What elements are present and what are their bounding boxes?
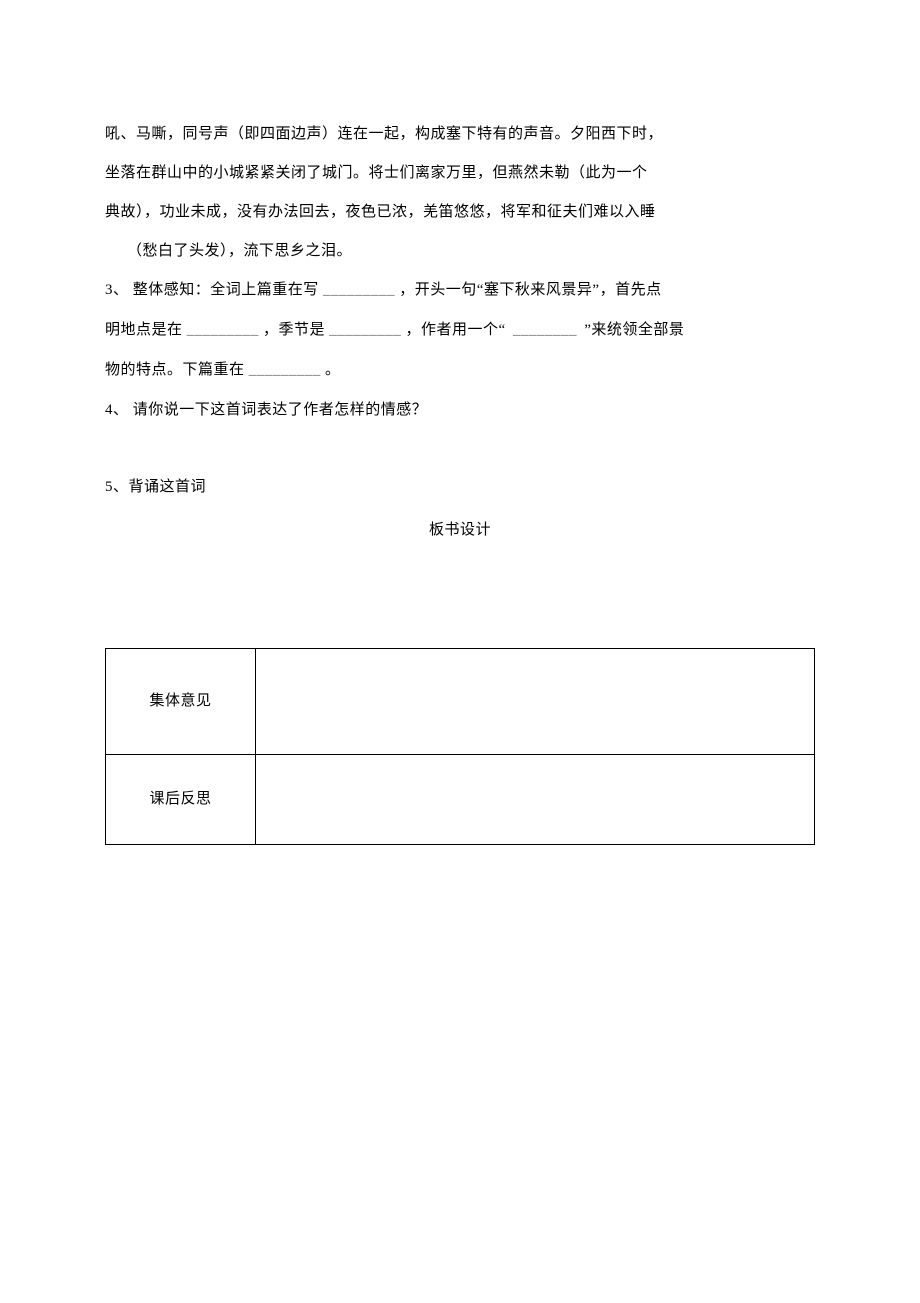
q3-blank-5[interactable]: _________: [249, 351, 321, 391]
post-class-reflection-value[interactable]: [256, 755, 815, 845]
table-row: 集体意见: [106, 649, 815, 755]
collective-opinion-value[interactable]: [256, 649, 815, 755]
paragraph-line-2: 坐落在群山中的小城紧紧关闭了城门。将士们离家万里，但燕然未勒（此为一个: [105, 154, 815, 193]
q3-text-e: ，作者用一个“: [406, 322, 506, 338]
paragraph-line-4: （愁白了头发），流下思乡之泪。: [105, 232, 815, 271]
spacer: [105, 430, 815, 468]
q3-text-b: ，开头一句“塞下秋来风景异”，首先点: [399, 282, 661, 298]
q3-text-f: ”来统领全部景: [584, 322, 684, 338]
question-3-line-2: 明地点是在 _________ ，季节是 _________ ，作者用一个“ _…: [105, 311, 815, 351]
q3-blank-3[interactable]: _________: [329, 311, 401, 351]
question-3-line-3: 物的特点。下篇重在 _________ 。: [105, 351, 815, 391]
q3-text-g: 物的特点。下篇重在: [105, 362, 245, 378]
section-title: 板书设计: [105, 511, 815, 550]
document-body: 吼、马嘶，同号声（即四面边声）连在一起，构成塞下特有的声音。夕阳西下时， 坐落在…: [105, 115, 815, 845]
q3-blank-4[interactable]: ________: [510, 311, 580, 351]
paragraph-line-1: 吼、马嘶，同号声（即四面边声）连在一起，构成塞下特有的声音。夕阳西下时，: [105, 115, 815, 154]
feedback-table: 集体意见 课后反思: [105, 648, 815, 845]
question-4: 4、 请你说一下这首词表达了作者怎样的情感？: [105, 391, 815, 430]
table-section: 集体意见 课后反思: [105, 648, 815, 845]
paragraph-line-3: 典故），功业未成，没有办法回去，夜色已浓，羌笛悠悠，将军和征夫们难以入睡: [105, 193, 815, 232]
question-3-line-1: 3、 整体感知：全词上篇重在写 _________ ，开头一句“塞下秋来风景异”…: [105, 271, 815, 311]
q3-text-d: ，季节是: [263, 322, 325, 338]
q3-blank-2[interactable]: _________: [187, 311, 259, 351]
collective-opinion-label: 集体意见: [106, 649, 256, 755]
q3-text-a: 3、 整体感知：全词上篇重在写: [105, 282, 319, 298]
question-5: 5、背诵这首词: [105, 468, 815, 507]
q3-blank-1[interactable]: _________: [323, 271, 395, 311]
table-row: 课后反思: [106, 755, 815, 845]
post-class-reflection-label: 课后反思: [106, 755, 256, 845]
q3-text-h: 。: [325, 362, 341, 378]
q3-text-c: 明地点是在: [105, 322, 183, 338]
